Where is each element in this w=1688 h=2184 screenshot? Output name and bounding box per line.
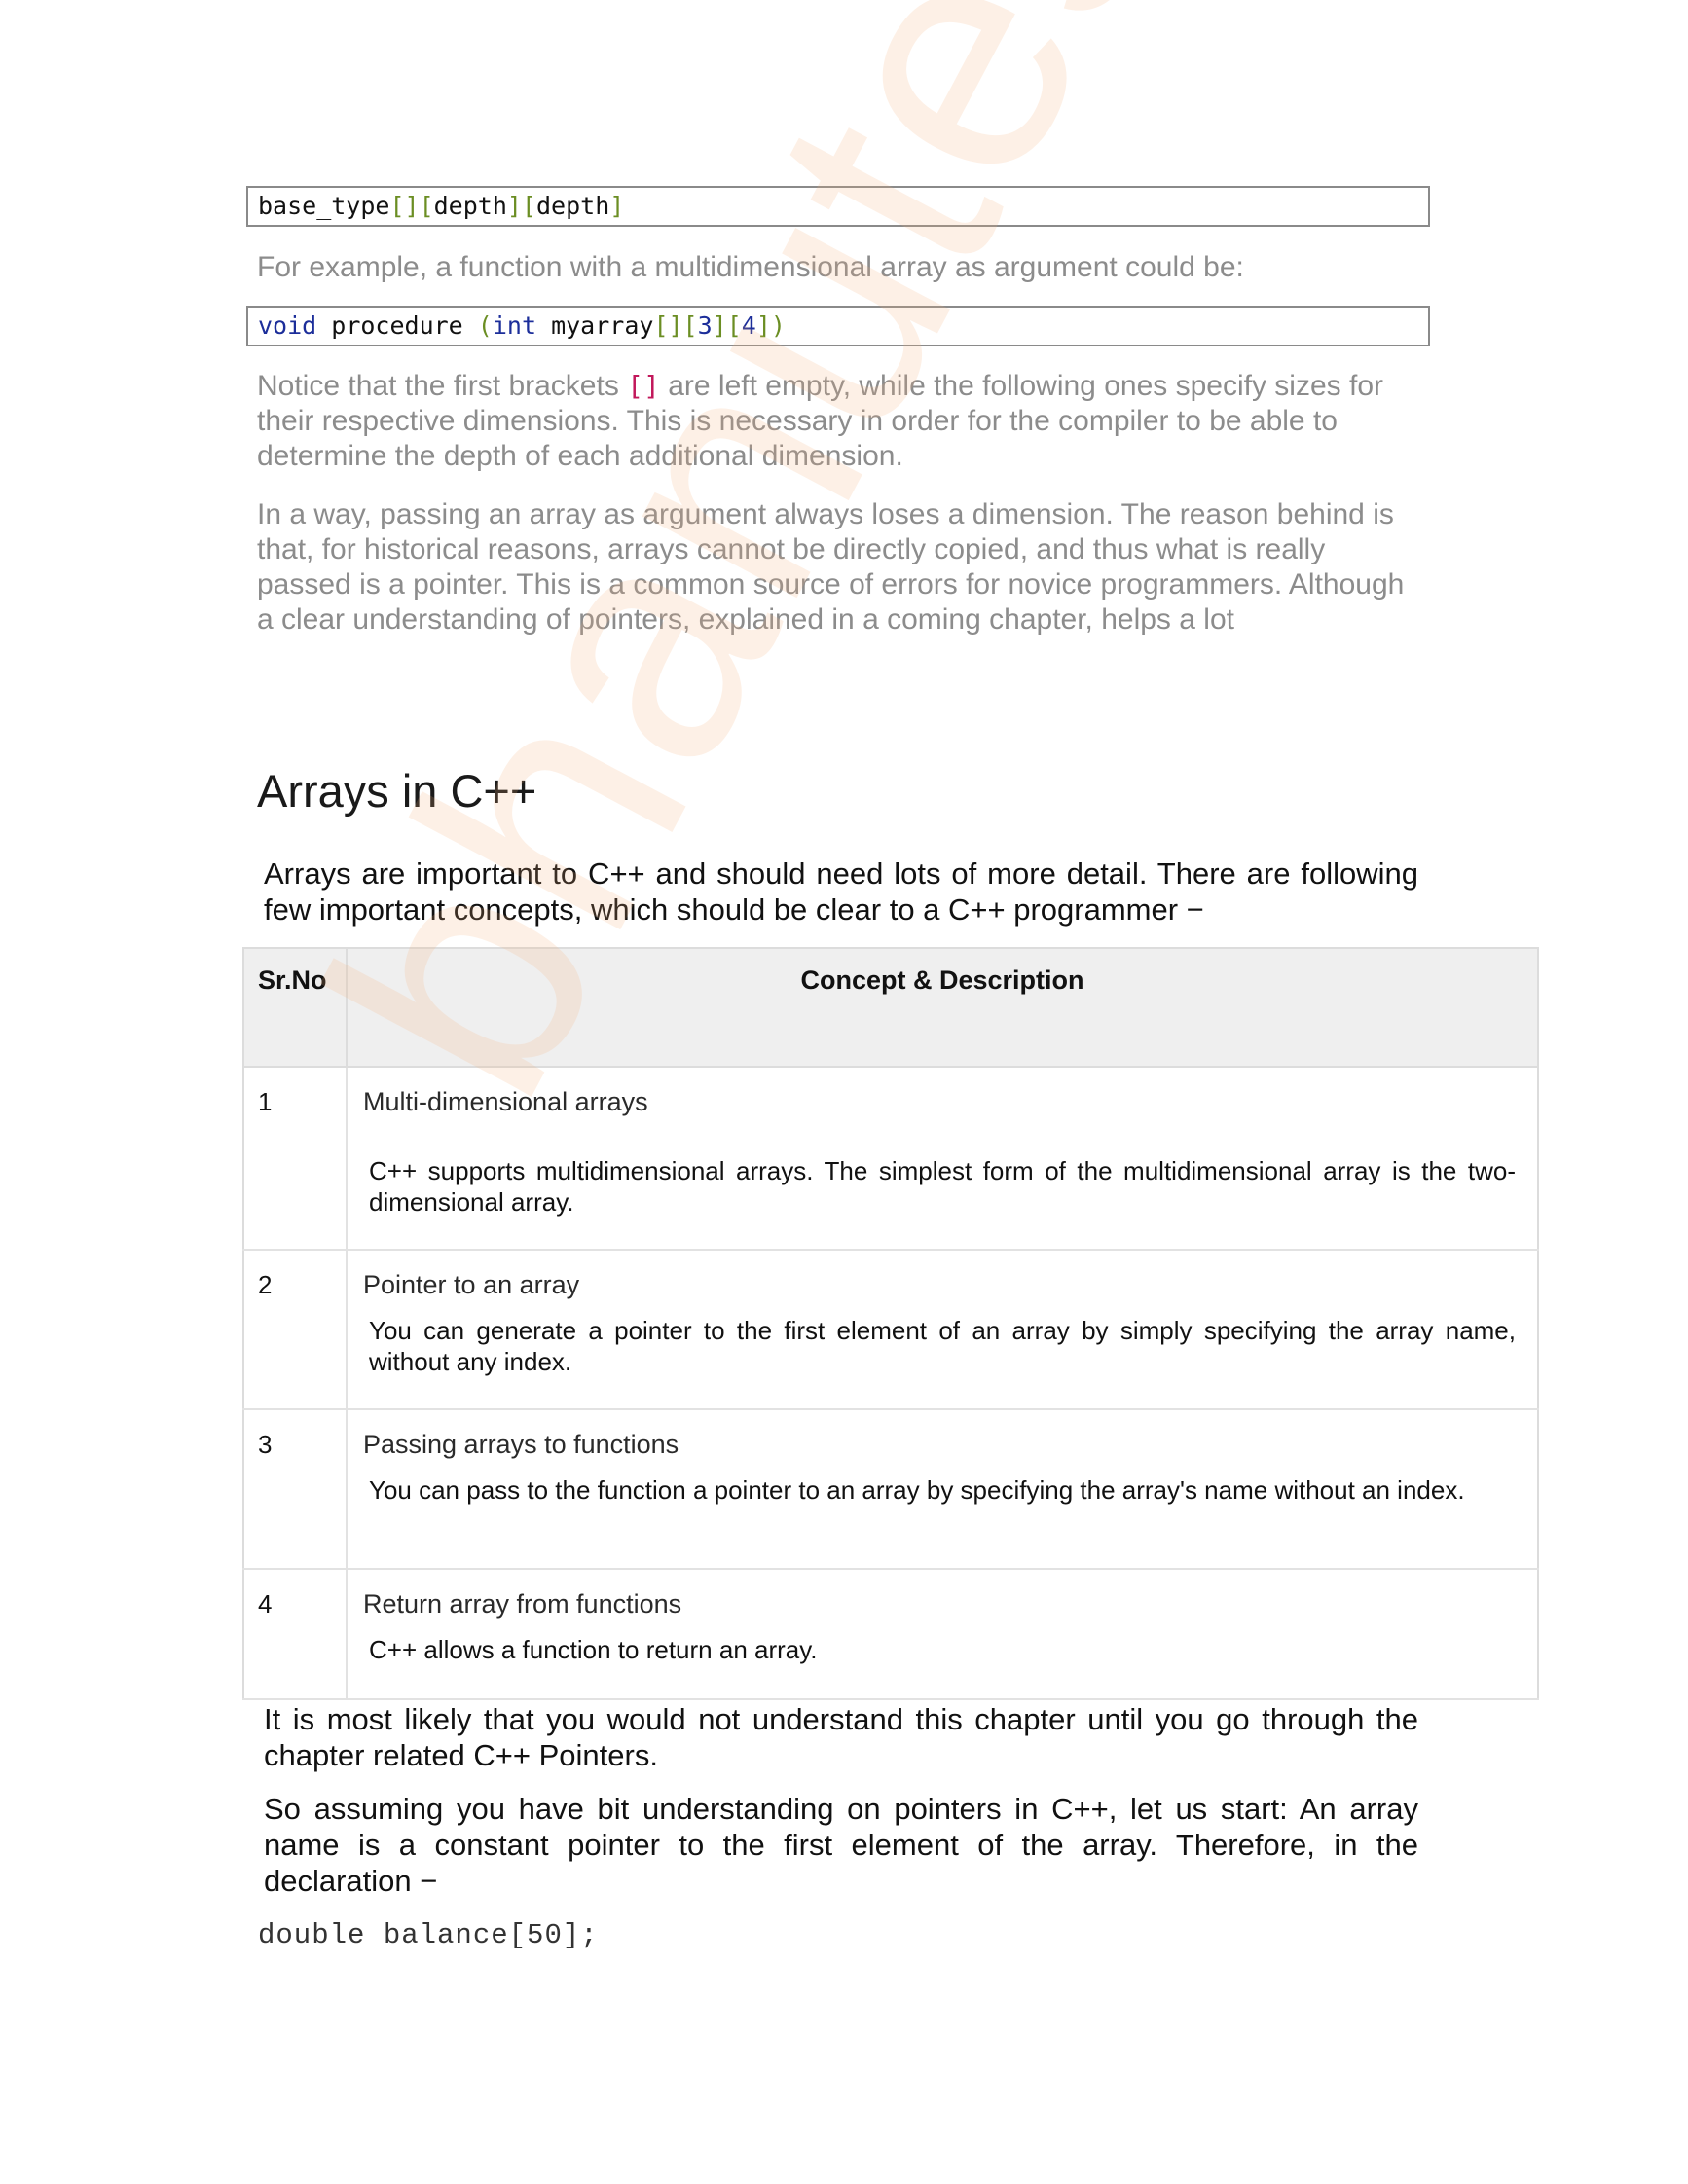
concept-title: Multi-dimensional arrays bbox=[363, 1087, 648, 1116]
paragraph-assuming: So assuming you have bit understanding o… bbox=[264, 1792, 1418, 1898]
concept-description: C++ supports multidimensional arrays. Th… bbox=[369, 1156, 1516, 1217]
section-heading: Arrays in C++ bbox=[257, 765, 537, 817]
table-row: 4 Return array from functions C++ allows… bbox=[243, 1569, 1538, 1700]
concept-description: C++ allows a function to return an array… bbox=[369, 1635, 818, 1664]
code-text: base_type[][depth][depth] bbox=[258, 192, 625, 220]
notice-paragraph: Notice that the first brackets [] are le… bbox=[257, 369, 1425, 474]
code-block-base-type: base_type[][depth][depth] bbox=[246, 186, 1430, 227]
row-description-cell: Multi-dimensional arrays C++ supports mu… bbox=[347, 1067, 1538, 1251]
table-row: 2 Pointer to an array You can generate a… bbox=[243, 1250, 1538, 1410]
table-row: 3 Passing arrays to functions You can pa… bbox=[243, 1409, 1538, 1570]
concept-title: Passing arrays to functions bbox=[363, 1430, 679, 1459]
intro-paragraph: Arrays are important to C++ and should n… bbox=[264, 856, 1418, 927]
row-description-cell: Pointer to an array You can generate a p… bbox=[347, 1250, 1538, 1410]
header-concept-description: Concept & Description bbox=[347, 948, 1539, 1068]
code-text: void procedure (int myarray[][3][4]) bbox=[258, 311, 786, 340]
paragraph-likely: It is most likely that you would not und… bbox=[264, 1702, 1418, 1772]
table-header-row: Sr.No Concept & Description bbox=[243, 948, 1539, 1068]
concept-title: Pointer to an array bbox=[363, 1270, 580, 1299]
example-intro-text: For example, a function with a multidime… bbox=[257, 251, 1244, 283]
row-description-cell: Passing arrays to functions You can pass… bbox=[347, 1409, 1538, 1570]
concept-title: Return array from functions bbox=[363, 1589, 682, 1619]
row-number: 3 bbox=[243, 1409, 348, 1570]
document-page: base_type[][depth][depth] For example, a… bbox=[0, 0, 1688, 2184]
notice-text-start: Notice that the first brackets bbox=[257, 370, 628, 402]
concept-description: You can generate a pointer to the first … bbox=[369, 1316, 1516, 1376]
row-number: 1 bbox=[243, 1067, 348, 1251]
concept-description: You can pass to the function a pointer t… bbox=[369, 1475, 1465, 1505]
code-block-procedure: void procedure (int myarray[][3][4]) bbox=[246, 306, 1430, 346]
concepts-table: Sr.No Concept & Description 1 Multi-dime… bbox=[242, 947, 1539, 1700]
code-declaration: double balance[50]; bbox=[258, 1919, 599, 1951]
table-row: 1 Multi-dimensional arrays C++ supports … bbox=[243, 1067, 1538, 1251]
inline-code-brackets: [] bbox=[627, 370, 660, 402]
row-number: 2 bbox=[243, 1250, 348, 1410]
row-number: 4 bbox=[243, 1569, 348, 1700]
row-description-cell: Return array from functions C++ allows a… bbox=[347, 1569, 1538, 1700]
paragraph-dimension-loss: In a way, passing an array as argument a… bbox=[257, 498, 1405, 636]
header-sr-no: Sr.No bbox=[243, 948, 348, 1068]
